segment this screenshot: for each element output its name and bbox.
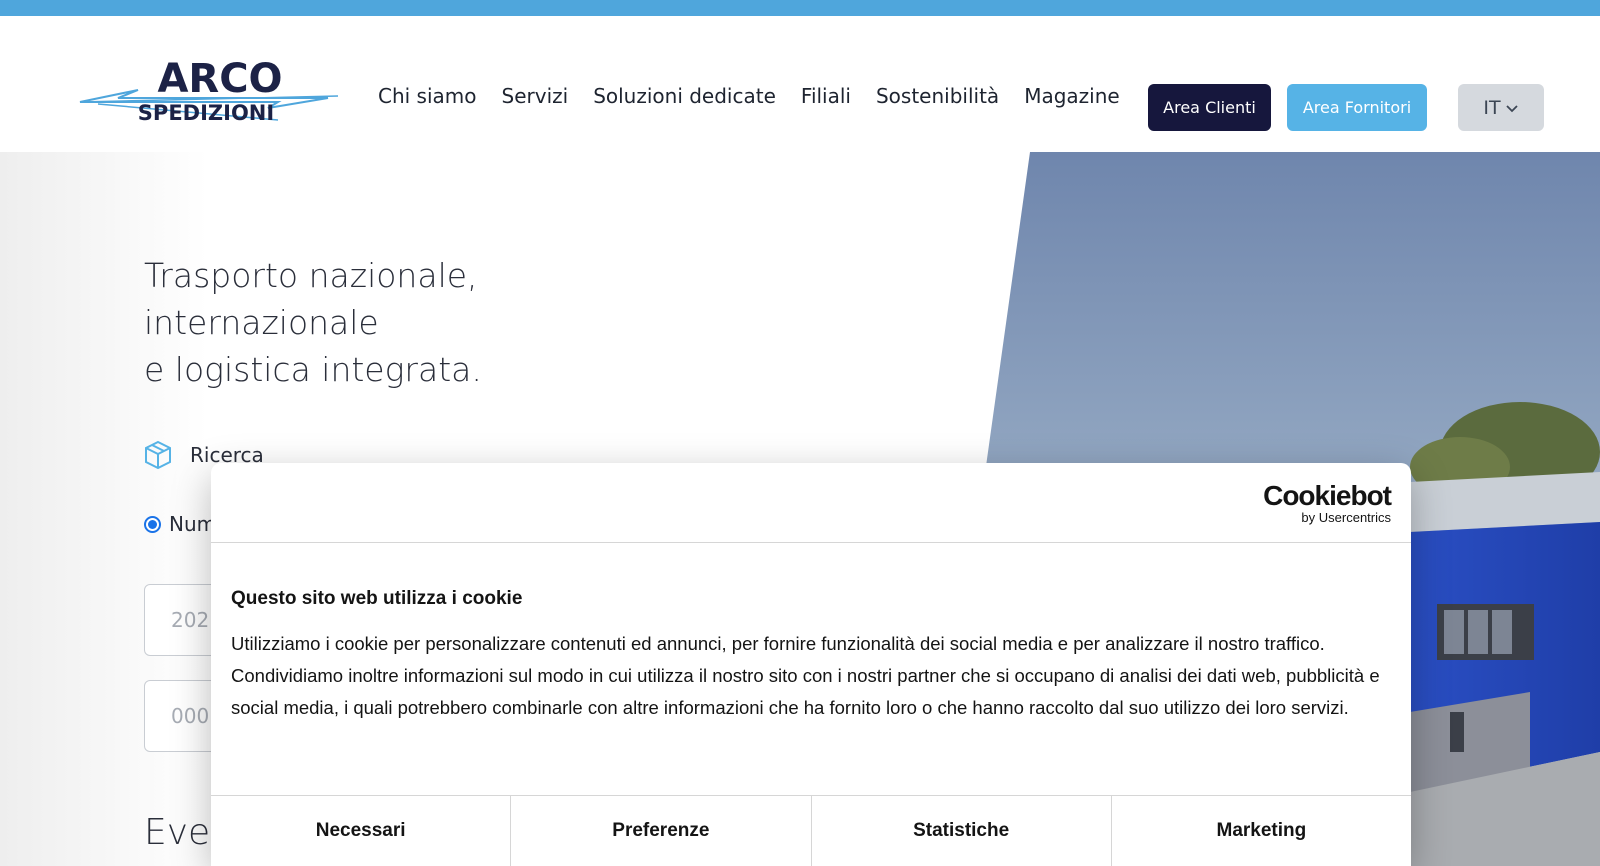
nav-servizi[interactable]: Servizi (502, 84, 569, 108)
logo-graphic: ARCO SPEDIZIONI (79, 56, 339, 125)
main-nav: Chi siamo Servizi Soluzioni dedicate Fil… (378, 76, 1145, 116)
tab-marketing[interactable]: Marketing (1112, 796, 1411, 866)
hero-title-line-2: internazionale (144, 303, 379, 342)
language-label: IT (1483, 96, 1501, 119)
radio-selected[interactable] (144, 515, 161, 533)
nav-sostenibilita[interactable]: Sostenibilità (876, 84, 999, 108)
package-icon (145, 440, 171, 470)
hero-title-line-3: e logistica integrata. (144, 350, 482, 389)
tab-preferenze[interactable]: Preferenze (511, 796, 812, 866)
nav-soluzioni-dedicate[interactable]: Soluzioni dedicate (593, 84, 776, 108)
cookiebot-brand-sub: by Usercentrics (1301, 510, 1391, 525)
cookiebot-logo[interactable]: Cookiebot by Usercentrics (1263, 480, 1392, 525)
hero-title: Trasporto nazionale, internazionale e lo… (144, 252, 744, 393)
area-fornitori-button[interactable]: Area Fornitori (1287, 84, 1427, 131)
area-clienti-button[interactable]: Area Clienti (1148, 84, 1271, 131)
tab-necessari[interactable]: Necessari (211, 796, 512, 866)
cookie-dialog-body: Utilizziamo i cookie per personalizzare … (231, 633, 1380, 718)
chevron-down-icon (1505, 104, 1518, 112)
nav-chi-siamo[interactable]: Chi siamo (378, 84, 477, 108)
language-selector[interactable]: IT (1458, 84, 1544, 131)
cookie-dialog-header: Cookiebot by Usercentrics (211, 463, 1411, 543)
nav-magazine[interactable]: Magazine (1024, 84, 1120, 108)
cookiebot-brand: Cookiebot (1263, 480, 1392, 511)
hero-title-line-1: Trasporto nazionale, (144, 256, 478, 295)
nav-filiali[interactable]: Filiali (801, 84, 851, 108)
logo-text-top: ARCO (157, 56, 282, 102)
site-header: ARCO SPEDIZIONI Chi siamo Servizi Soluzi… (0, 16, 1600, 152)
tab-statistiche[interactable]: Statistiche (812, 796, 1112, 866)
cookie-category-tabs: Necessari Preferenze Statistiche Marketi… (211, 795, 1411, 866)
top-accent-bar (0, 0, 1600, 16)
cookie-consent-dialog: Cookiebot by Usercentrics Questo sito we… (211, 463, 1411, 866)
radio-label: Num (169, 512, 217, 536)
arco-spedizioni-logo[interactable]: ARCO SPEDIZIONI (78, 56, 340, 126)
cookie-dialog-title: Questo sito web utilizza i cookie (231, 588, 523, 609)
search-type-option[interactable]: Num (144, 512, 216, 536)
logo-text-bottom: SPEDIZIONI (138, 101, 274, 125)
